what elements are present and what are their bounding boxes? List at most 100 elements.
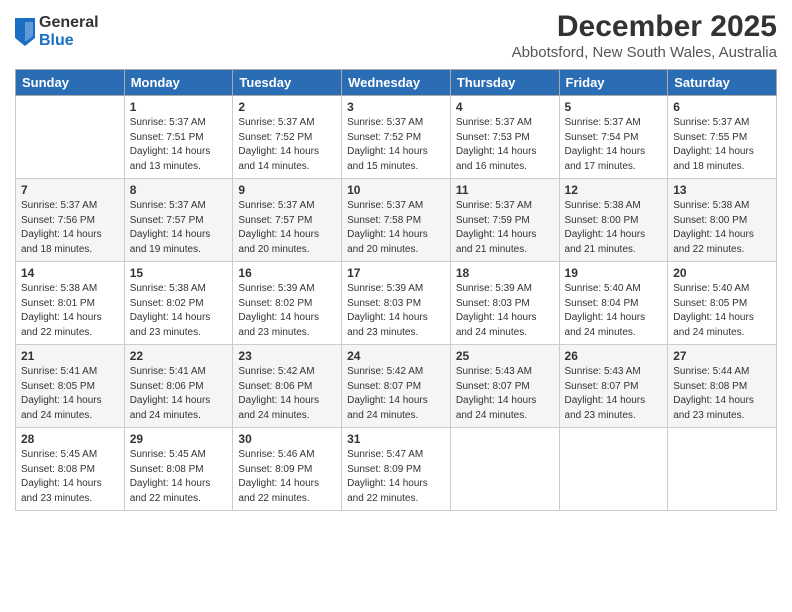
logo-general: General <box>39 14 99 32</box>
day-info: Sunrise: 5:39 AM Sunset: 8:02 PM Dayligh… <box>238 282 336 340</box>
page-header: General Blue December 2025 Abbotsford, N… <box>15 10 777 61</box>
calendar-cell <box>668 428 777 511</box>
day-info: Sunrise: 5:40 AM Sunset: 8:04 PM Dayligh… <box>565 282 663 340</box>
day-info: Sunrise: 5:45 AM Sunset: 8:08 PM Dayligh… <box>21 448 119 506</box>
day-info: Sunrise: 5:47 AM Sunset: 8:09 PM Dayligh… <box>347 448 445 506</box>
calendar-cell: 25 Sunrise: 5:43 AM Sunset: 8:07 PM Dayli… <box>450 345 559 428</box>
weekday-header-tuesday: Tuesday <box>233 70 342 96</box>
day-number: 7 <box>21 183 119 197</box>
day-number: 22 <box>130 349 228 363</box>
month-title: December 2025 <box>512 10 777 44</box>
calendar-cell: 23 Sunrise: 5:42 AM Sunset: 8:06 PM Dayli… <box>233 345 342 428</box>
day-info: Sunrise: 5:37 AM Sunset: 7:55 PM Dayligh… <box>673 116 771 174</box>
day-number: 2 <box>238 100 336 114</box>
day-number: 24 <box>347 349 445 363</box>
day-info: Sunrise: 5:43 AM Sunset: 8:07 PM Dayligh… <box>456 365 554 423</box>
day-info: Sunrise: 5:37 AM Sunset: 7:52 PM Dayligh… <box>347 116 445 174</box>
calendar-cell <box>16 96 125 179</box>
day-info: Sunrise: 5:46 AM Sunset: 8:09 PM Dayligh… <box>238 448 336 506</box>
calendar-cell: 18 Sunrise: 5:39 AM Sunset: 8:03 PM Dayli… <box>450 262 559 345</box>
day-number: 29 <box>130 432 228 446</box>
day-number: 28 <box>21 432 119 446</box>
day-number: 16 <box>238 266 336 280</box>
calendar-page: General Blue December 2025 Abbotsford, N… <box>0 0 792 612</box>
day-number: 30 <box>238 432 336 446</box>
day-number: 3 <box>347 100 445 114</box>
calendar-week-row: 7 Sunrise: 5:37 AM Sunset: 7:56 PM Daylig… <box>16 179 777 262</box>
calendar-cell: 17 Sunrise: 5:39 AM Sunset: 8:03 PM Dayli… <box>342 262 451 345</box>
day-number: 12 <box>565 183 663 197</box>
calendar-cell: 27Sunrise: 5:44 AM Sunset: 8:08 PM Dayli… <box>668 345 777 428</box>
day-number: 25 <box>456 349 554 363</box>
calendar-cell: 13 Sunrise: 5:38 AM Sunset: 8:00 PM Dayli… <box>668 179 777 262</box>
logo-icon <box>15 18 35 46</box>
calendar-cell: 29 Sunrise: 5:45 AM Sunset: 8:08 PM Dayli… <box>124 428 233 511</box>
calendar-week-row: 14 Sunrise: 5:38 AM Sunset: 8:01 PM Dayli… <box>16 262 777 345</box>
day-info: Sunrise: 5:44 AM Sunset: 8:08 PM Dayligh… <box>673 365 771 423</box>
calendar-cell: 14 Sunrise: 5:38 AM Sunset: 8:01 PM Dayli… <box>16 262 125 345</box>
calendar-week-row: 21Sunrise: 5:41 AM Sunset: 8:05 PM Dayli… <box>16 345 777 428</box>
day-info: Sunrise: 5:37 AM Sunset: 7:57 PM Dayligh… <box>130 199 228 257</box>
weekday-header-friday: Friday <box>559 70 668 96</box>
calendar-cell: 4Sunrise: 5:37 AM Sunset: 7:53 PM Daylig… <box>450 96 559 179</box>
calendar-cell: 11Sunrise: 5:37 AM Sunset: 7:59 PM Dayli… <box>450 179 559 262</box>
weekday-header-monday: Monday <box>124 70 233 96</box>
day-number: 5 <box>565 100 663 114</box>
day-number: 15 <box>130 266 228 280</box>
day-number: 4 <box>456 100 554 114</box>
day-number: 20 <box>673 266 771 280</box>
day-info: Sunrise: 5:38 AM Sunset: 8:01 PM Dayligh… <box>21 282 119 340</box>
calendar-cell: 5 Sunrise: 5:37 AM Sunset: 7:54 PM Daylig… <box>559 96 668 179</box>
title-block: December 2025 Abbotsford, New South Wale… <box>512 10 777 61</box>
weekday-header-wednesday: Wednesday <box>342 70 451 96</box>
calendar-cell: 9 Sunrise: 5:37 AM Sunset: 7:57 PM Daylig… <box>233 179 342 262</box>
day-info: Sunrise: 5:37 AM Sunset: 7:54 PM Dayligh… <box>565 116 663 174</box>
day-info: Sunrise: 5:37 AM Sunset: 7:57 PM Dayligh… <box>238 199 336 257</box>
day-number: 31 <box>347 432 445 446</box>
day-number: 23 <box>238 349 336 363</box>
day-info: Sunrise: 5:38 AM Sunset: 8:00 PM Dayligh… <box>565 199 663 257</box>
day-number: 19 <box>565 266 663 280</box>
calendar-cell: 26Sunrise: 5:43 AM Sunset: 8:07 PM Dayli… <box>559 345 668 428</box>
day-info: Sunrise: 5:45 AM Sunset: 8:08 PM Dayligh… <box>130 448 228 506</box>
day-number: 13 <box>673 183 771 197</box>
calendar-week-row: 28 Sunrise: 5:45 AM Sunset: 8:08 PM Dayli… <box>16 428 777 511</box>
day-info: Sunrise: 5:37 AM Sunset: 7:56 PM Dayligh… <box>21 199 119 257</box>
calendar-cell: 10Sunrise: 5:37 AM Sunset: 7:58 PM Dayli… <box>342 179 451 262</box>
calendar-cell: 7 Sunrise: 5:37 AM Sunset: 7:56 PM Daylig… <box>16 179 125 262</box>
weekday-header-saturday: Saturday <box>668 70 777 96</box>
day-number: 1 <box>130 100 228 114</box>
calendar-cell: 16 Sunrise: 5:39 AM Sunset: 8:02 PM Dayli… <box>233 262 342 345</box>
calendar-cell: 24 Sunrise: 5:42 AM Sunset: 8:07 PM Dayli… <box>342 345 451 428</box>
calendar-cell: 20 Sunrise: 5:40 AM Sunset: 8:05 PM Dayli… <box>668 262 777 345</box>
day-info: Sunrise: 5:42 AM Sunset: 8:07 PM Dayligh… <box>347 365 445 423</box>
day-number: 14 <box>21 266 119 280</box>
day-number: 9 <box>238 183 336 197</box>
day-info: Sunrise: 5:42 AM Sunset: 8:06 PM Dayligh… <box>238 365 336 423</box>
day-info: Sunrise: 5:40 AM Sunset: 8:05 PM Dayligh… <box>673 282 771 340</box>
location-title: Abbotsford, New South Wales, Australia <box>512 44 777 61</box>
logo-blue: Blue <box>39 32 99 50</box>
day-number: 11 <box>456 183 554 197</box>
calendar-cell: 3 Sunrise: 5:37 AM Sunset: 7:52 PM Daylig… <box>342 96 451 179</box>
day-info: Sunrise: 5:39 AM Sunset: 8:03 PM Dayligh… <box>456 282 554 340</box>
calendar-cell: 31 Sunrise: 5:47 AM Sunset: 8:09 PM Dayli… <box>342 428 451 511</box>
calendar-cell: 2 Sunrise: 5:37 AM Sunset: 7:52 PM Daylig… <box>233 96 342 179</box>
calendar-cell: 19 Sunrise: 5:40 AM Sunset: 8:04 PM Dayli… <box>559 262 668 345</box>
day-number: 18 <box>456 266 554 280</box>
day-number: 21 <box>21 349 119 363</box>
weekday-header-row: SundayMondayTuesdayWednesdayThursdayFrid… <box>16 70 777 96</box>
calendar-week-row: 1Sunrise: 5:37 AM Sunset: 7:51 PM Daylig… <box>16 96 777 179</box>
calendar-cell: 22 Sunrise: 5:41 AM Sunset: 8:06 PM Dayli… <box>124 345 233 428</box>
day-number: 17 <box>347 266 445 280</box>
day-info: Sunrise: 5:38 AM Sunset: 8:00 PM Dayligh… <box>673 199 771 257</box>
calendar-cell <box>450 428 559 511</box>
day-info: Sunrise: 5:43 AM Sunset: 8:07 PM Dayligh… <box>565 365 663 423</box>
day-info: Sunrise: 5:37 AM Sunset: 7:52 PM Dayligh… <box>238 116 336 174</box>
calendar-cell: 30 Sunrise: 5:46 AM Sunset: 8:09 PM Dayli… <box>233 428 342 511</box>
day-info: Sunrise: 5:39 AM Sunset: 8:03 PM Dayligh… <box>347 282 445 340</box>
day-number: 10 <box>347 183 445 197</box>
weekday-header-sunday: Sunday <box>16 70 125 96</box>
calendar-cell: 1Sunrise: 5:37 AM Sunset: 7:51 PM Daylig… <box>124 96 233 179</box>
day-info: Sunrise: 5:41 AM Sunset: 8:06 PM Dayligh… <box>130 365 228 423</box>
